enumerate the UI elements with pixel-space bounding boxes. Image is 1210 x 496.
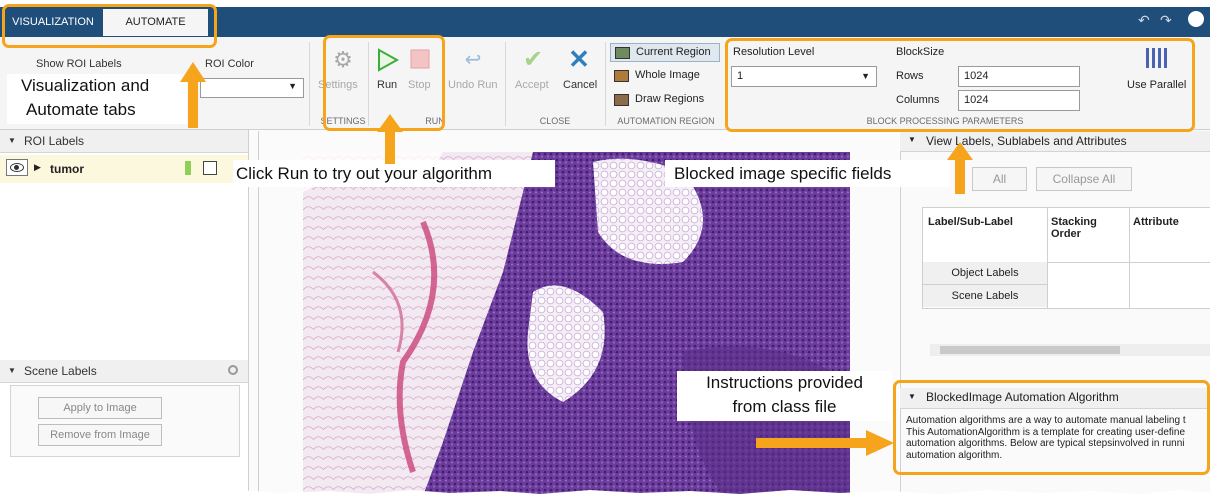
callout-text: from class file: [732, 397, 837, 416]
callout-blocked: Blocked image specific fields: [665, 160, 950, 187]
remove-from-image-button[interactable]: Remove from Image: [38, 424, 162, 446]
check-icon: ✔: [522, 46, 544, 73]
callout-text: Instructions provided: [706, 373, 863, 392]
divider: [309, 42, 310, 126]
arrow-up-icon: [377, 114, 403, 164]
undo-run-button[interactable]: Undo Run: [448, 79, 498, 91]
label-row-tumor[interactable]: ▶ tumor: [0, 155, 248, 183]
accept-button[interactable]: Accept: [515, 79, 549, 91]
divider: [1047, 208, 1048, 308]
table-header: Stacking Order: [1051, 216, 1097, 240]
draw-regions-label: Draw Regions: [635, 93, 705, 105]
image-icon: [614, 70, 629, 82]
horizontal-scrollbar[interactable]: [930, 344, 1210, 356]
automation-region-group-label: AUTOMATION REGION: [617, 116, 715, 126]
apply-to-image-button[interactable]: Apply to Image: [38, 397, 162, 419]
callout-text: Visualization and: [21, 76, 150, 95]
arrow-up-icon: [947, 142, 973, 194]
label-color-swatch: [185, 161, 191, 175]
whole-image-toggle[interactable]: Whole Image: [610, 67, 720, 86]
show-roi-labels-label: Show ROI Labels: [36, 58, 122, 70]
draw-regions-button[interactable]: Draw Regions: [610, 91, 720, 110]
checkbox[interactable]: [203, 161, 217, 175]
label-name: tumor: [50, 162, 84, 176]
close-group-label: CLOSE: [539, 116, 571, 126]
callout-instructions: Instructions provided from class file: [677, 371, 892, 421]
options-icon[interactable]: [228, 365, 238, 375]
scene-labels-box: [10, 385, 240, 457]
callout-text: Automate tabs: [26, 100, 136, 119]
divider: [1129, 208, 1130, 308]
torn-edge: [0, 490, 1210, 496]
table-header: Attribute: [1133, 216, 1179, 228]
undo-run-icon: ↩: [464, 49, 482, 71]
expand-arrow-icon[interactable]: ▶: [34, 162, 41, 173]
collapse-arrow-icon: ▼: [908, 135, 916, 144]
roi-labels-title: ROI Labels: [24, 134, 85, 148]
scene-labels-title: Scene Labels: [24, 364, 97, 378]
chevron-down-icon: ▼: [288, 81, 297, 91]
table-row[interactable]: Object Labels: [923, 262, 1047, 285]
block-params-highlight: [725, 38, 1195, 132]
help-icon[interactable]: [1188, 11, 1204, 27]
collapse-all-button[interactable]: Collapse All: [1036, 167, 1132, 191]
cancel-button[interactable]: Cancel: [563, 79, 597, 91]
quick-access-toolbar: ↶ ↷: [1130, 10, 1210, 34]
callout-tabs: Visualization and Automate tabs: [7, 74, 187, 124]
expand-all-button[interactable]: All: [972, 167, 1027, 191]
tabs-highlight: [2, 4, 217, 48]
roi-color-dropdown[interactable]: ▼: [200, 78, 304, 98]
table-header-row: Label/Sub-Label Stacking Order Attribute: [923, 208, 1210, 263]
collapse-arrow-icon: ▼: [8, 136, 16, 145]
whole-image-label: Whole Image: [635, 69, 700, 81]
table-header: Label/Sub-Label: [928, 216, 1013, 228]
redo-icon[interactable]: ↷: [1160, 12, 1172, 29]
arrow-up-icon: [180, 62, 206, 128]
divider: [505, 42, 506, 126]
region-icon: [615, 47, 630, 59]
close-icon: ✕: [568, 44, 590, 74]
collapse-arrow-icon: ▼: [8, 366, 16, 375]
algorithm-highlight: [893, 380, 1210, 475]
roi-color-label: ROI Color: [205, 58, 254, 70]
draw-icon: [614, 94, 629, 106]
arrow-right-icon: [756, 430, 894, 456]
current-region-label: Current Region: [636, 46, 711, 58]
undo-icon[interactable]: ↶: [1138, 12, 1150, 29]
current-region-toggle[interactable]: Current Region: [610, 43, 720, 62]
eye-icon[interactable]: [6, 159, 28, 176]
table-row[interactable]: Scene Labels: [923, 285, 1047, 307]
scrollbar-thumb[interactable]: [940, 346, 1120, 354]
scene-labels-header[interactable]: ▼ Scene Labels: [0, 360, 248, 383]
labels-table: Label/Sub-Label Stacking Order Attribute…: [922, 207, 1210, 309]
divider: [605, 42, 606, 126]
roi-labels-header[interactable]: ▼ ROI Labels: [0, 130, 248, 153]
